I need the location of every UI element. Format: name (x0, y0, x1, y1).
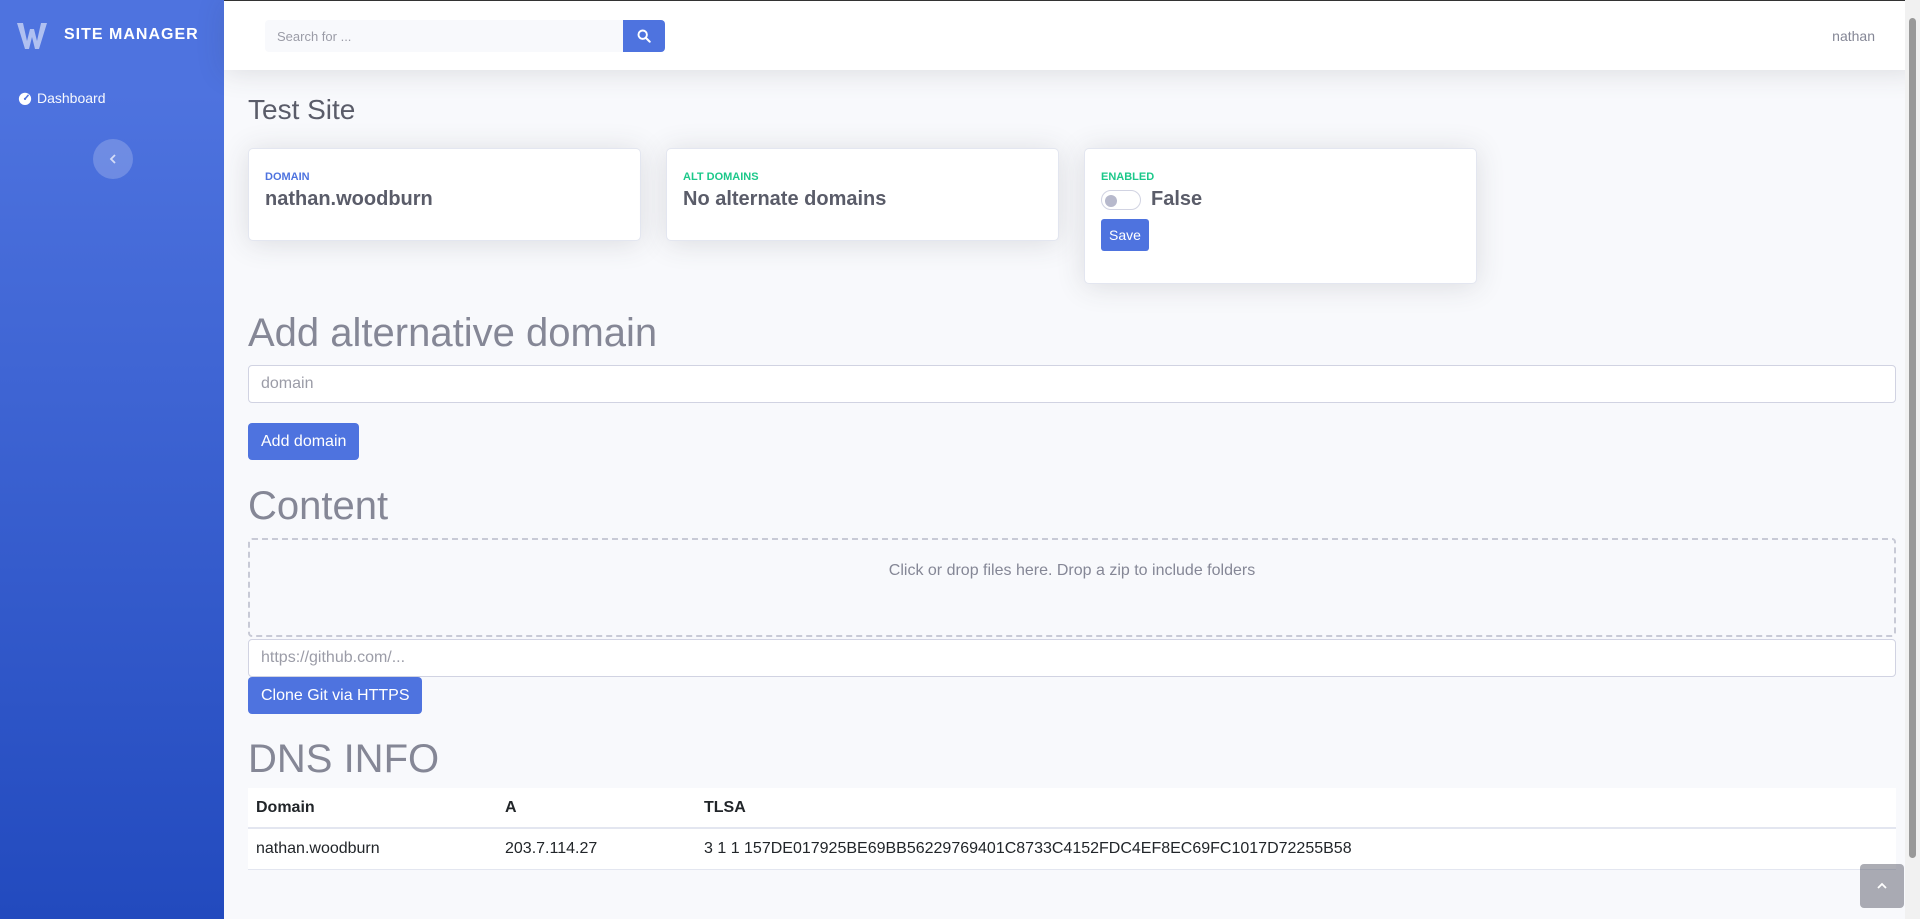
add-alt-domain-title: Add alternative domain (248, 311, 658, 355)
dns-info-title: DNS INFO (248, 737, 440, 781)
enabled-label: Enabled (1101, 171, 1155, 183)
user-menu[interactable]: nathan (1832, 28, 1875, 44)
git-url-input[interactable] (248, 639, 1896, 677)
tachometer-icon (18, 92, 32, 105)
page-title: Test Site (248, 94, 356, 125)
sidebar-toggle-button[interactable] (93, 139, 133, 179)
dns-domain-cell: nathan.woodburn (248, 828, 497, 870)
domain-value: nathan.woodburn (265, 188, 433, 210)
sidebar-brand[interactable]: Site Manager (0, 0, 224, 70)
info-cards: Domain nathan.woodburn Alt Domains No al… (248, 148, 1896, 284)
add-domain-button[interactable]: Add domain (248, 423, 360, 460)
column-header-domain: Domain (248, 788, 497, 829)
search-button[interactable] (623, 20, 665, 52)
logo-icon (17, 23, 47, 49)
dropzone-text: Click or drop files here. Drop a zip to … (888, 562, 1256, 579)
file-dropzone[interactable]: Click or drop files here. Drop a zip to … (248, 538, 1896, 637)
enabled-toggle-row: False (1101, 188, 1460, 211)
sidebar-item-dashboard[interactable]: Dashboard (0, 70, 224, 126)
save-button[interactable]: Save (1101, 219, 1149, 251)
brand-name: Site Manager (64, 26, 199, 43)
scrollbar-thumb[interactable] (1909, 18, 1916, 858)
enabled-card: Enabled False Save (1084, 148, 1477, 284)
alt-domains-value: No alternate domains (683, 188, 887, 210)
sidebar-item-label: Dashboard (37, 90, 106, 106)
domain-card: Domain nathan.woodburn (248, 148, 641, 241)
domain-label: Domain (265, 171, 310, 183)
dns-table: Domain A TLSA nathan.woodburn 203.7.114.… (248, 788, 1896, 870)
dns-a-cell: 203.7.114.27 (497, 828, 696, 870)
search-form (265, 20, 665, 52)
table-header-row: Domain A TLSA (248, 788, 1896, 829)
scroll-to-top-button[interactable] (1860, 864, 1904, 908)
chevron-up-icon (1877, 882, 1887, 889)
page-scrollbar[interactable] (1905, 0, 1920, 919)
main-content: Test Site Domain nathan.woodburn Alt Dom… (248, 70, 1896, 870)
sidebar: Site Manager Dashboard (0, 0, 224, 919)
table-row: nathan.woodburn 203.7.114.27 3 1 1 157DE… (248, 828, 1896, 870)
chevron-left-icon (109, 154, 116, 164)
column-header-tlsa: TLSA (696, 788, 1896, 829)
enabled-value: False (1151, 188, 1203, 210)
column-header-a: A (497, 788, 696, 829)
search-input[interactable] (265, 20, 623, 52)
alt-domains-card: Alt Domains No alternate domains (666, 148, 1059, 241)
content-title: Content (248, 484, 389, 528)
alt-domains-label: Alt Domains (683, 171, 759, 183)
alt-domain-input[interactable] (248, 365, 1896, 403)
enabled-toggle[interactable] (1101, 189, 1141, 210)
dns-tlsa-cell: 3 1 1 157DE017925BE69BB56229769401C8733C… (696, 828, 1896, 870)
clone-git-button[interactable]: Clone Git via HTTPS (248, 677, 423, 714)
search-icon (637, 29, 651, 43)
topbar: nathan (224, 0, 1920, 70)
